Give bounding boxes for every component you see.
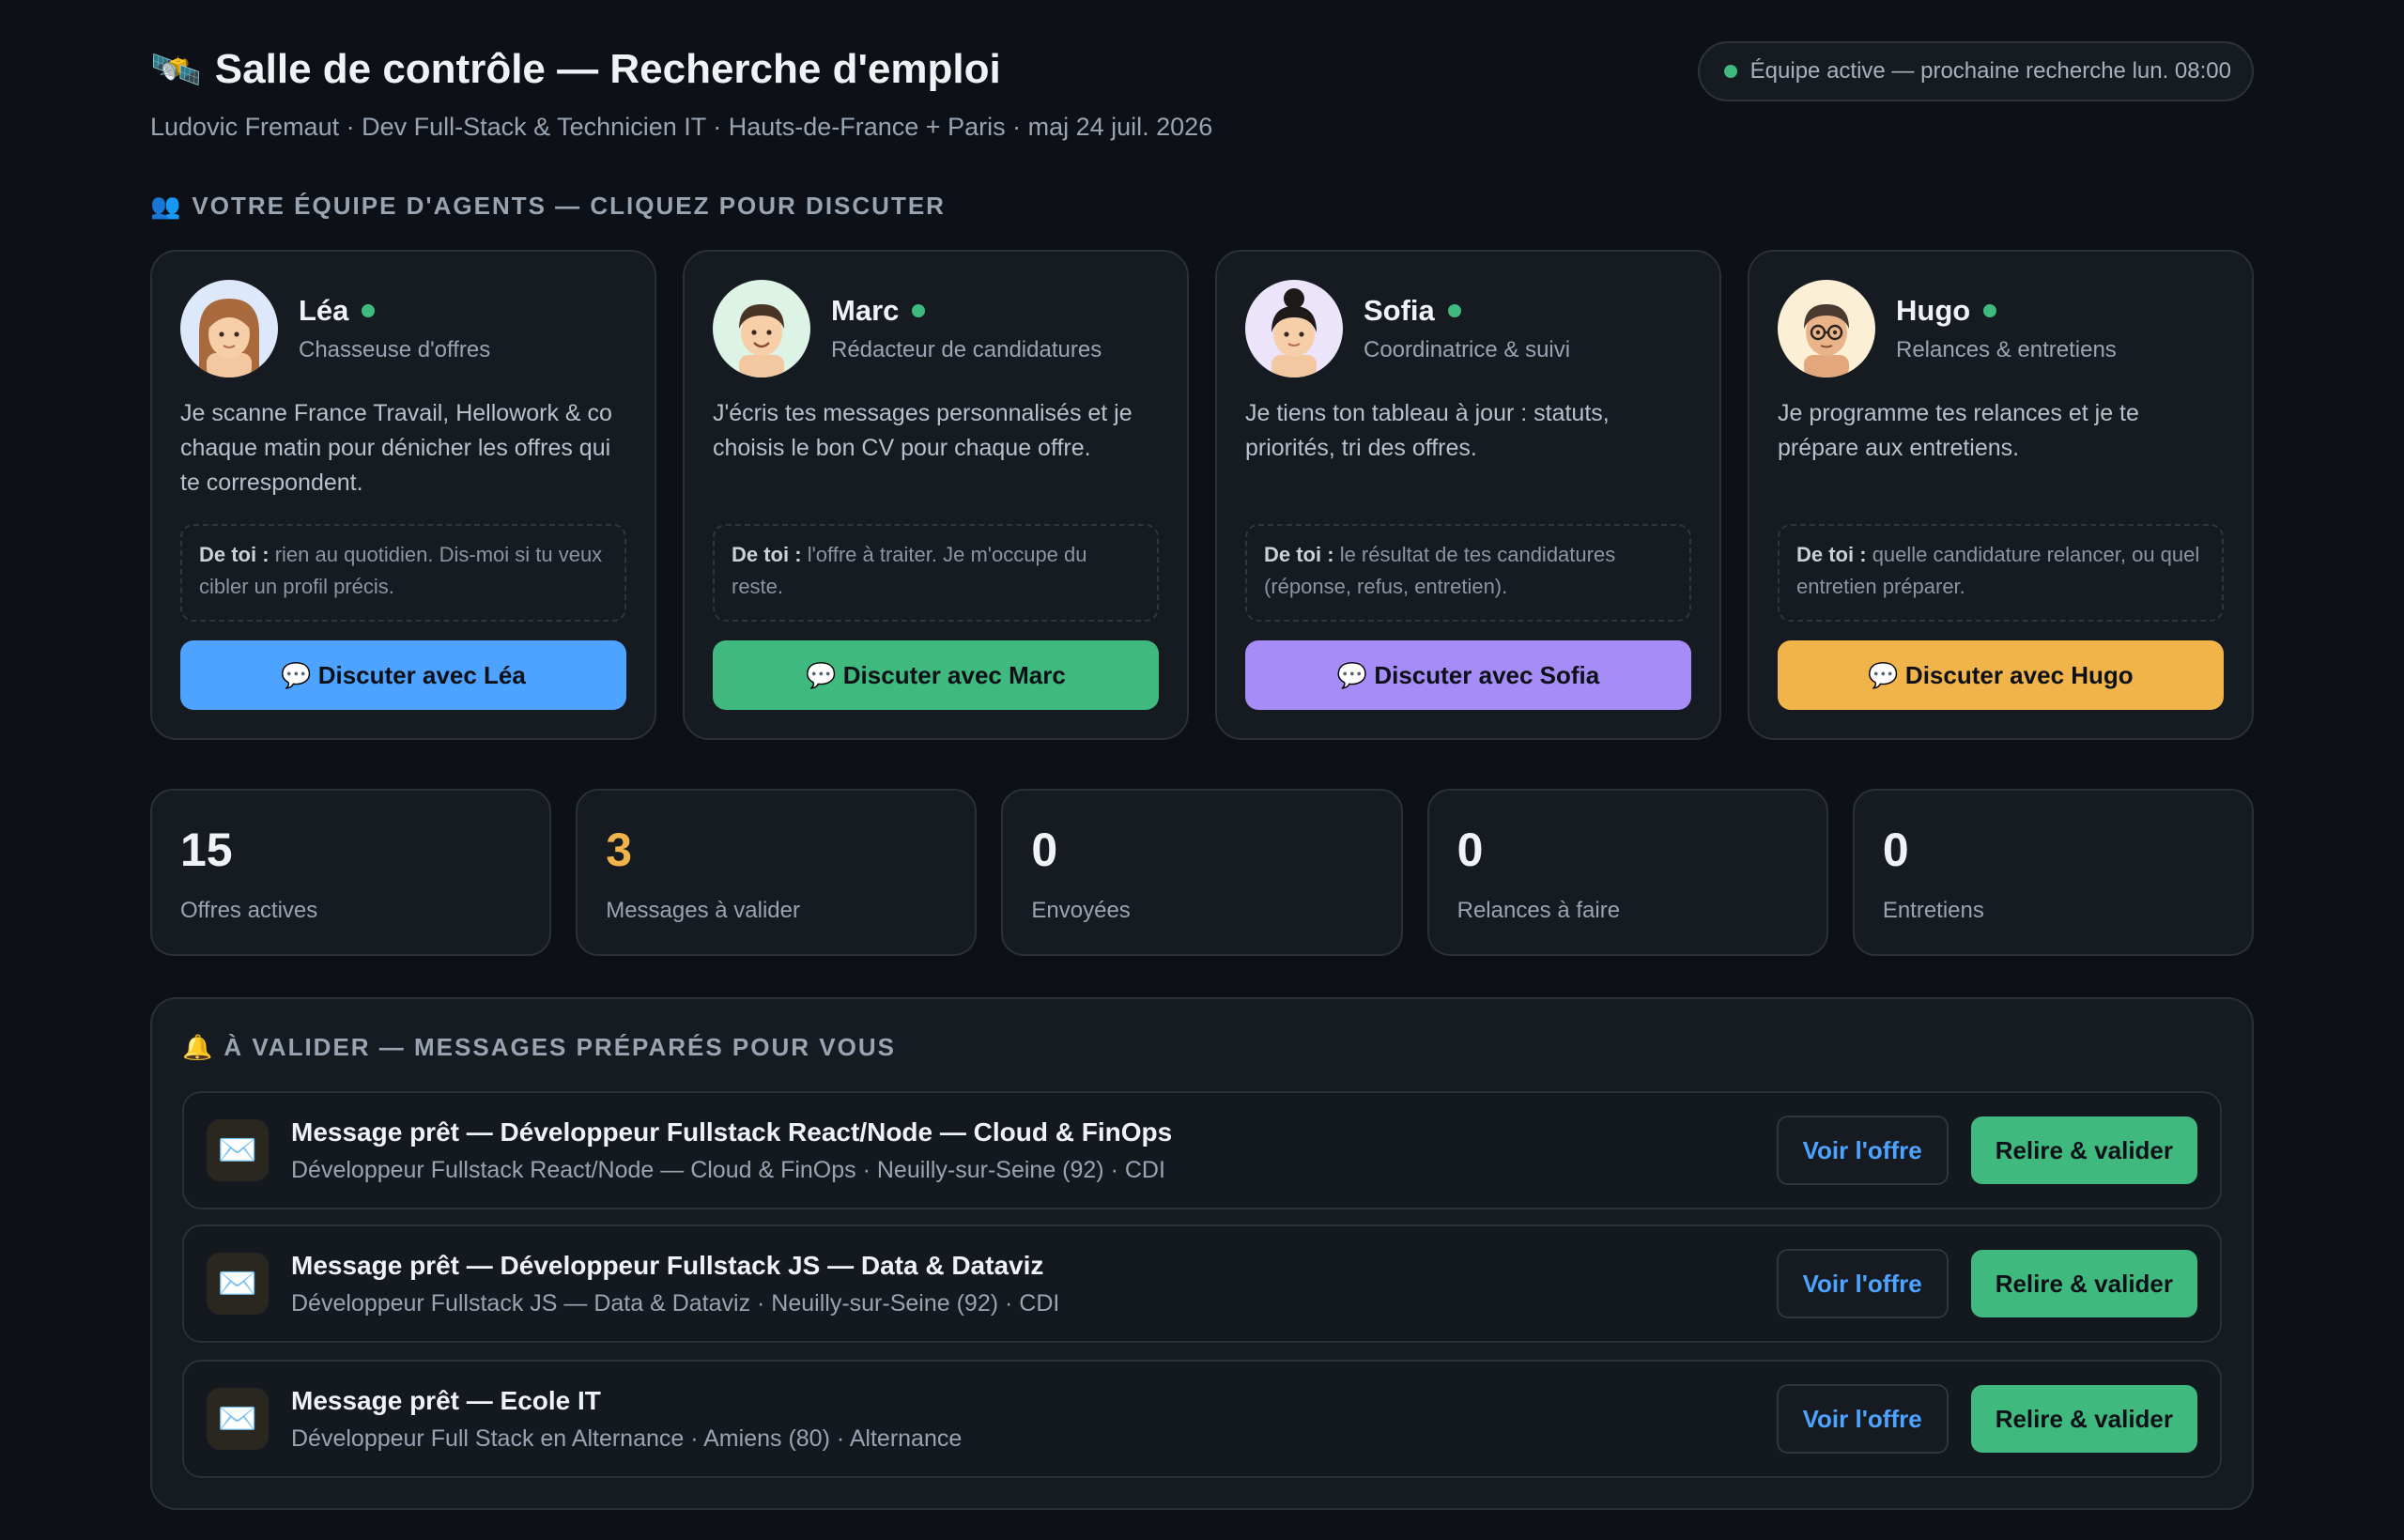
agent-description: Je programme tes relances et je te prépa… [1778, 400, 2139, 461]
stat-label: Offres actives [180, 898, 318, 923]
validation-section-label: 🔔 À valider — messages préparés pour vou… [182, 1033, 896, 1062]
stat-label: Relances à faire [1456, 898, 1621, 923]
chat-with-lea-button[interactable]: 💬 Discuter avec Léa [180, 640, 626, 710]
team-section-label: 👥 Votre équipe d'agents — cliquez pour d… [150, 192, 946, 221]
agent-card-sofia: Sofia Coordinatrice & suivi Je tiens ton… [1215, 250, 1721, 740]
stat-card-active-offers: 15 Offres actives [150, 789, 552, 956]
page-title: 🛰️ Salle de contrôle — Recherche d'emplo… [150, 45, 1001, 94]
stat-label: Messages à valider [606, 898, 800, 923]
agent-note-label: De toi : [199, 543, 270, 566]
avatar [1778, 280, 1875, 377]
agent-note-label: De toi : [1796, 543, 1867, 566]
avatar [1245, 280, 1343, 377]
woman-bun-icon [1271, 288, 1317, 377]
avatar [713, 280, 810, 377]
list-item: ✉️ Message prêt — Développeur Fullstack … [182, 1224, 2222, 1343]
agent-note: De toi : l'offre à traiter. Je m'occupe … [713, 524, 1159, 622]
dashboard: 🛰️ Salle de contrôle — Recherche d'emplo… [150, 0, 2255, 1510]
agent-description: J'écris tes messages personnalisés et je… [713, 400, 1133, 461]
stats-row: 15 Offres actives 3 Messages à valider 0… [150, 789, 2255, 956]
message-subtitle: Développeur Fullstack JS — Data & Datavi… [291, 1289, 1060, 1317]
stat-card-to-validate: 3 Messages à valider [576, 789, 978, 956]
agent-note-label: De toi : [1264, 543, 1334, 566]
message-title: Message prêt — Développeur Fullstack JS … [291, 1250, 1044, 1280]
team-status-text: Équipe active — prochaine recherche lun.… [1749, 58, 2231, 84]
envelope-icon: ✉️ [207, 1253, 269, 1315]
stat-value: 0 [1882, 824, 1909, 876]
agent-note: De toi : quelle candidature relancer, ou… [1778, 524, 2224, 622]
chat-with-marc-button[interactable]: 💬 Discuter avec Marc [713, 640, 1159, 710]
agent-description: Je scanne France Travail, Hellowork & co… [180, 400, 612, 496]
view-offer-button[interactable]: Voir l'offre [1776, 1116, 1949, 1185]
agent-note-label: De toi : [732, 543, 802, 566]
online-status-icon [1447, 304, 1461, 317]
status-dot-icon [1723, 65, 1737, 78]
woman-long-hair-icon [199, 299, 259, 377]
view-offer-button[interactable]: Voir l'offre [1776, 1384, 1949, 1454]
agent-role: Coordinatrice & suivi [1364, 337, 1571, 362]
message-subtitle: Développeur Full Stack en Alternance · A… [291, 1424, 963, 1452]
message-title: Message prêt — Ecole IT [291, 1385, 601, 1415]
agent-note: De toi : rien au quotidien. Dis-moi si t… [180, 524, 626, 622]
team-section-title: Votre équipe d'agents — cliquez pour dis… [192, 192, 946, 220]
stat-label: Entretiens [1882, 898, 1984, 923]
agent-note: De toi : le résultat de tes candidatures… [1245, 524, 1691, 622]
agent-name: Marc [831, 294, 900, 327]
list-item: ✉️ Message prêt — Développeur Fullstack … [182, 1091, 2222, 1209]
stat-value: 15 [180, 824, 233, 876]
agent-role: Relances & entretiens [1896, 337, 2117, 362]
agent-role: Chasseuse d'offres [299, 337, 491, 362]
stat-value: 3 [606, 824, 633, 876]
agent-role: Rédacteur de candidatures [831, 337, 1102, 362]
stat-card-interviews: 0 Entretiens [1852, 789, 2255, 956]
stat-value: 0 [1456, 824, 1484, 876]
online-status-icon [362, 304, 376, 317]
online-status-icon [912, 304, 926, 317]
review-validate-button[interactable]: Relire & valider [1970, 1385, 2197, 1453]
view-offer-button[interactable]: Voir l'offre [1776, 1249, 1949, 1318]
agent-cards: Léa Chasseuse d'offres Je scanne France … [150, 250, 2254, 740]
agent-card-marc: Marc Rédacteur de candidatures J'écris t… [683, 250, 1189, 740]
chat-with-hugo-button[interactable]: 💬 Discuter avec Hugo [1778, 640, 2224, 710]
agent-name: Léa [299, 294, 349, 327]
review-validate-button[interactable]: Relire & valider [1970, 1250, 2197, 1317]
envelope-icon: ✉️ [207, 1119, 269, 1181]
validation-section-title: À valider — messages préparés pour vous [223, 1033, 896, 1061]
validation-panel: 🔔 À valider — messages préparés pour vou… [150, 997, 2254, 1510]
man-glasses-icon [1804, 304, 1849, 377]
page-title-text: Salle de contrôle — Recherche d'emploi [214, 46, 1001, 92]
stat-card-sent: 0 Envoyées [1001, 789, 1403, 956]
team-status-badge: Équipe active — prochaine recherche lun.… [1697, 41, 2254, 101]
agent-name: Hugo [1896, 294, 1971, 327]
avatar [180, 280, 278, 377]
review-validate-button[interactable]: Relire & valider [1970, 1116, 2197, 1184]
stat-value: 0 [1031, 824, 1058, 876]
agent-name: Sofia [1364, 294, 1435, 327]
stat-label: Envoyées [1031, 898, 1131, 923]
message-title: Message prêt — Développeur Fullstack Rea… [291, 1116, 1173, 1147]
page-subtitle: Ludovic Fremaut · Dev Full-Stack & Techn… [150, 113, 1213, 141]
chat-with-sofia-button[interactable]: 💬 Discuter avec Sofia [1245, 640, 1691, 710]
man-smiling-icon [739, 304, 784, 377]
satellite-icon: 🛰️ [150, 47, 202, 93]
bell-icon: 🔔 [182, 1033, 215, 1061]
people-icon: 👥 [150, 192, 183, 220]
envelope-icon: ✉️ [207, 1388, 269, 1450]
page-header: 🛰️ Salle de contrôle — Recherche d'emplo… [150, 0, 2254, 188]
list-item: ✉️ Message prêt — Ecole IT Développeur F… [182, 1360, 2222, 1478]
online-status-icon [1983, 304, 1997, 317]
agent-description: Je tiens ton tableau à jour : statuts, p… [1245, 400, 1610, 461]
agent-card-lea: Léa Chasseuse d'offres Je scanne France … [150, 250, 656, 740]
stat-card-follow-ups: 0 Relances à faire [1426, 789, 1828, 956]
agent-card-hugo: Hugo Relances & entretiens Je programme … [1748, 250, 2254, 740]
message-subtitle: Développeur Fullstack React/Node — Cloud… [291, 1156, 1165, 1183]
